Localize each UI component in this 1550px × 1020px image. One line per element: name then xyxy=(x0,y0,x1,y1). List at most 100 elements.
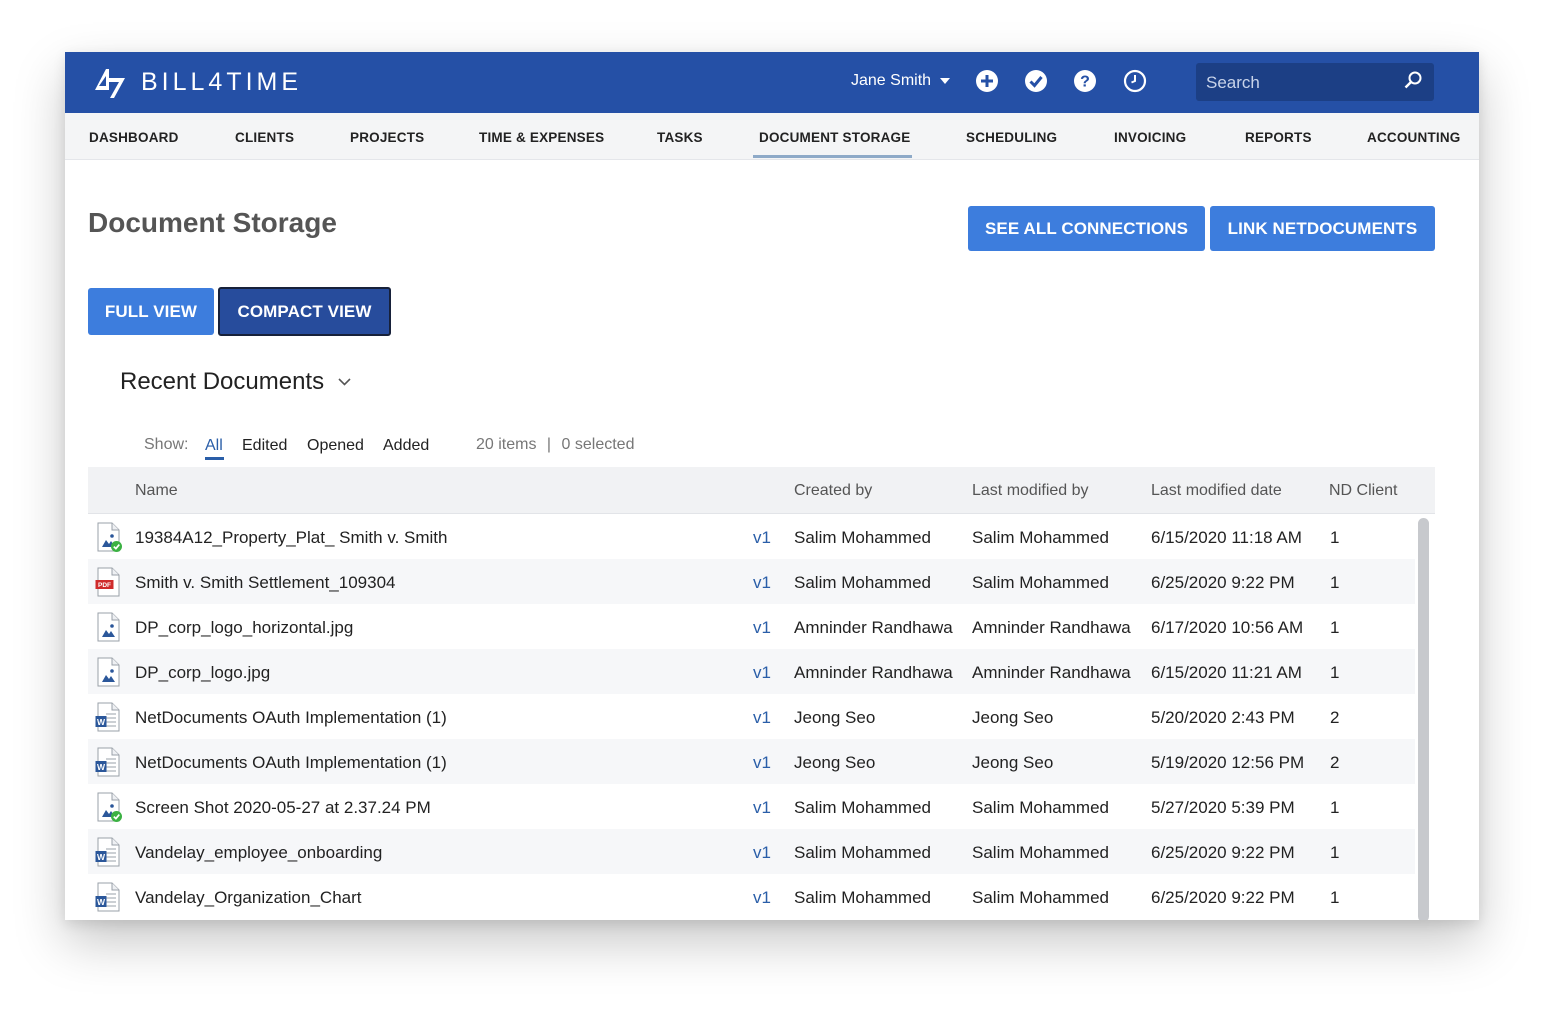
version-link[interactable]: v1 xyxy=(753,753,771,773)
search-icon[interactable] xyxy=(1402,70,1424,92)
table-header: Name Created by Last modified by Last mo… xyxy=(88,467,1435,514)
show-label: Show: xyxy=(144,436,189,453)
column-last-modified-date[interactable]: Last modified date xyxy=(1151,482,1282,500)
help-icon[interactable]: ? xyxy=(1073,69,1097,93)
active-tab-indicator xyxy=(753,155,912,158)
chevron-down-icon xyxy=(940,78,951,84)
version-link[interactable]: v1 xyxy=(753,843,771,863)
app-name: BILL4TIME xyxy=(141,67,303,96)
table-row[interactable]: 19384A12_Property_Plat_ Smith v. Smith v1… xyxy=(88,514,1415,559)
nav-document-storage[interactable]: DOCUMENT STORAGE xyxy=(759,130,910,145)
modified-by-cell: Salim Mohammed xyxy=(972,798,1109,817)
filter-edited[interactable]: Edited xyxy=(242,437,287,455)
recent-documents-dropdown[interactable]: Recent Documents xyxy=(120,368,351,396)
created-by-cell: Salim Mohammed xyxy=(794,798,931,817)
image-file-icon xyxy=(97,612,120,642)
version-link[interactable]: v1 xyxy=(753,888,771,908)
document-name-link[interactable]: NetDocuments OAuth Implementation (1) xyxy=(135,708,447,728)
user-name: Jane Smith xyxy=(851,72,932,89)
selected-count: 0 selected xyxy=(561,436,635,453)
see-all-connections-button[interactable]: SEE ALL CONNECTIONS xyxy=(968,206,1205,251)
document-name-link[interactable]: DP_corp_logo_horizontal.jpg xyxy=(135,618,353,638)
word-file-icon: W xyxy=(95,882,120,912)
filter-added[interactable]: Added xyxy=(383,437,429,455)
nav-scheduling[interactable]: SCHEDULING xyxy=(966,130,1057,145)
version-link[interactable]: v1 xyxy=(753,618,771,638)
nd-client-cell: 1 xyxy=(1330,888,1340,907)
version-link[interactable]: v1 xyxy=(753,573,771,593)
svg-text:PDF: PDF xyxy=(98,582,111,589)
modified-by-cell: Jeong Seo xyxy=(972,708,1054,727)
table-row[interactable]: Screen Shot 2020-05-27 at 2.37.24 PM v1 Sa… xyxy=(88,784,1415,829)
column-last-modified-by[interactable]: Last modified by xyxy=(972,482,1089,500)
nav-tasks[interactable]: TASKS xyxy=(657,130,703,145)
word-file-icon: W xyxy=(95,702,120,732)
svg-text:W: W xyxy=(97,762,106,772)
nav-reports[interactable]: REPORTS xyxy=(1245,130,1312,145)
created-by-cell: Amninder Randhawa xyxy=(794,618,953,637)
clock-icon[interactable] xyxy=(1123,69,1147,93)
modified-date-cell: 5/27/2020 5:39 PM xyxy=(1151,798,1295,817)
column-created-by[interactable]: Created by xyxy=(794,482,872,500)
table-row[interactable]: DP_corp_logo_horizontal.jpg v1 Amninder Ra… xyxy=(88,604,1415,649)
selection-summary: 20 items | 0 selected xyxy=(476,436,634,454)
modified-by-cell: Salim Mohammed xyxy=(972,843,1109,862)
search-input[interactable] xyxy=(1196,63,1408,103)
filter-opened[interactable]: Opened xyxy=(307,437,364,455)
version-link[interactable]: v1 xyxy=(753,528,771,548)
nav-projects[interactable]: PROJECTS xyxy=(350,130,424,145)
version-link[interactable]: v1 xyxy=(753,798,771,818)
image-check-icon xyxy=(97,792,122,822)
document-name-link[interactable]: Smith v. Smith Settlement_109304 xyxy=(135,573,396,593)
nd-client-cell: 1 xyxy=(1330,843,1340,862)
document-name-link[interactable]: Screen Shot 2020-05-27 at 2.37.24 PM xyxy=(135,798,431,818)
modified-date-cell: 6/15/2020 11:21 AM xyxy=(1151,663,1302,682)
nav-time-expenses[interactable]: TIME & EXPENSES xyxy=(479,130,604,145)
document-name-link[interactable]: DP_corp_logo.jpg xyxy=(135,663,270,683)
table-row[interactable]: W NetDocuments OAuth Implementation (1) v1… xyxy=(88,739,1415,784)
chevron-down-icon xyxy=(338,378,351,386)
created-by-cell: Jeong Seo xyxy=(794,753,876,772)
nav-clients[interactable]: CLIENTS xyxy=(235,130,294,145)
table-row[interactable]: PDF Smith v. Smith Settlement_109304 v1 Sal… xyxy=(88,559,1415,604)
document-name-link[interactable]: NetDocuments OAuth Implementation (1) xyxy=(135,753,447,773)
filter-all[interactable]: All xyxy=(205,437,223,455)
nav-invoicing[interactable]: INVOICING xyxy=(1114,130,1186,145)
svg-text:W: W xyxy=(97,852,106,862)
modified-date-cell: 5/19/2020 12:56 PM xyxy=(1151,753,1305,772)
scrollbar-thumb[interactable] xyxy=(1418,518,1429,920)
nav-accounting[interactable]: ACCOUNTING xyxy=(1367,130,1461,145)
check-circle-icon[interactable] xyxy=(1024,69,1048,93)
document-name-link[interactable]: Vandelay_employee_onboarding xyxy=(135,843,382,863)
modified-by-cell: Salim Mohammed xyxy=(972,888,1109,907)
table-row[interactable]: W NetDocuments OAuth Implementation (1) v1… xyxy=(88,694,1415,739)
table-row[interactable]: DP_corp_logo.jpg v1 Amninder Randhawa Amnin… xyxy=(88,649,1415,694)
compact-view-button[interactable]: COMPACT VIEW xyxy=(218,287,391,336)
created-by-cell: Salim Mohammed xyxy=(794,573,931,592)
logo[interactable]: BILL4TIME xyxy=(92,64,302,100)
plus-circle-icon[interactable] xyxy=(975,69,999,93)
version-link[interactable]: v1 xyxy=(753,663,771,683)
documents-table-body: 19384A12_Property_Plat_ Smith v. Smith v1… xyxy=(88,514,1415,920)
full-view-button[interactable]: FULL VIEW xyxy=(88,288,214,335)
column-name[interactable]: Name xyxy=(135,482,178,500)
version-link[interactable]: v1 xyxy=(753,708,771,728)
table-row[interactable]: W Vandelay_Organization_Chart v1 Salim Moha… xyxy=(88,874,1415,919)
top-bar: BILL4TIME Jane Smith ? xyxy=(65,52,1479,113)
table-row[interactable]: W Vandelay_employee_onboarding v1 Salim Moh… xyxy=(88,829,1415,874)
created-by-cell: Amninder Randhawa xyxy=(794,663,953,682)
nav-dashboard[interactable]: DASHBOARD xyxy=(89,130,179,145)
column-nd-client[interactable]: ND Client xyxy=(1329,482,1397,500)
document-name-link[interactable]: Vandelay_Organization_Chart xyxy=(135,888,362,908)
nd-client-cell: 1 xyxy=(1330,573,1340,592)
created-by-cell: Salim Mohammed xyxy=(794,888,931,907)
user-menu[interactable]: Jane Smith xyxy=(851,72,951,90)
nd-client-cell: 1 xyxy=(1330,663,1340,682)
modified-by-cell: Salim Mohammed xyxy=(972,573,1109,592)
document-name-link[interactable]: 19384A12_Property_Plat_ Smith v. Smith xyxy=(135,528,447,548)
page-title: Document Storage xyxy=(88,207,337,238)
image-file-icon xyxy=(97,657,120,687)
link-netdocuments-button[interactable]: LINK NETDOCUMENTS xyxy=(1210,206,1435,251)
image-check-icon xyxy=(97,522,122,552)
modified-by-cell: Salim Mohammed xyxy=(972,528,1109,547)
